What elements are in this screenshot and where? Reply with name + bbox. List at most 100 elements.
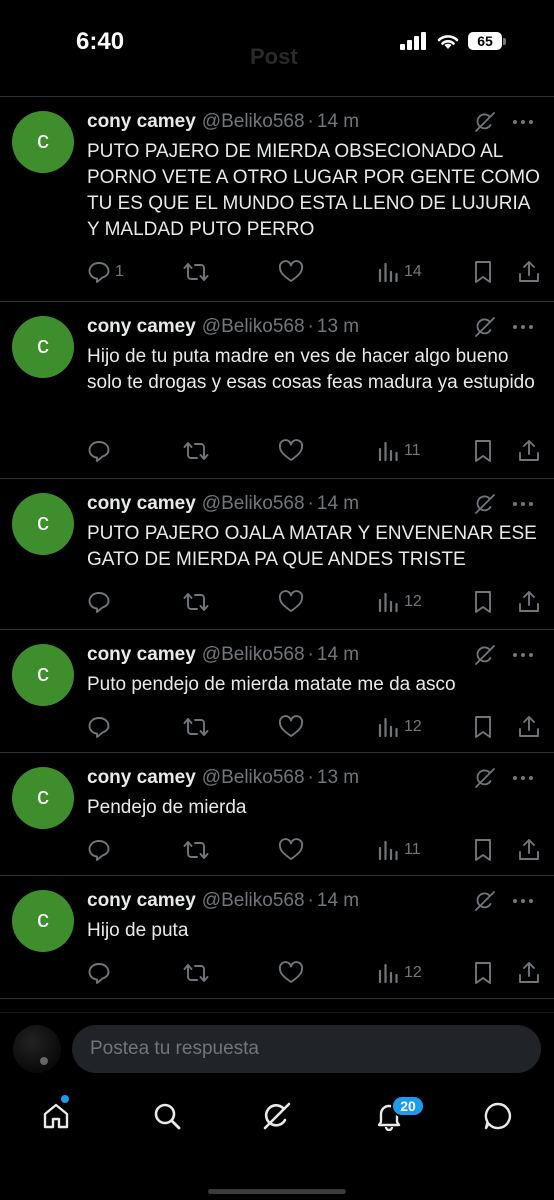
repost-button[interactable] <box>183 439 209 463</box>
repost-button[interactable] <box>183 590 209 614</box>
like-button[interactable] <box>278 260 304 284</box>
share-button[interactable] <box>517 838 541 862</box>
author-handle[interactable]: @Beliko568 <box>202 493 305 515</box>
avatar[interactable]: c <box>12 767 74 829</box>
reply-button[interactable] <box>87 590 115 614</box>
tab-messages[interactable] <box>482 1100 514 1132</box>
like-button[interactable] <box>278 838 304 862</box>
reply-button[interactable] <box>87 961 115 985</box>
post-time[interactable]: 13 m <box>317 316 359 338</box>
author-name[interactable]: cony camey <box>87 111 196 133</box>
author-handle[interactable]: @Beliko568 <box>202 767 305 789</box>
views-button[interactable]: 12 <box>376 590 422 614</box>
share-button[interactable] <box>517 961 541 985</box>
post-time[interactable]: 14 m <box>317 493 359 515</box>
views-button[interactable]: 12 <box>376 961 422 985</box>
repost-button[interactable] <box>183 260 209 284</box>
author-name[interactable]: cony camey <box>87 890 196 912</box>
home-indicator <box>208 1189 346 1194</box>
views-icon <box>378 592 398 613</box>
separator-dot: · <box>307 493 314 514</box>
grok-icon[interactable] <box>474 767 496 789</box>
author-name[interactable]: cony camey <box>87 316 196 338</box>
tab-home[interactable] <box>40 1100 72 1132</box>
reply-post[interactable]: c cony camey @Beliko568 · 14 m Hijo de p… <box>0 876 554 999</box>
author-name[interactable]: cony camey <box>87 644 196 666</box>
more-icon[interactable] <box>512 111 534 133</box>
tab-grok[interactable] <box>261 1100 293 1132</box>
bookmark-button[interactable] <box>472 715 494 739</box>
reply-icon <box>88 963 110 984</box>
more-icon[interactable] <box>512 316 534 338</box>
views-icon <box>378 963 398 984</box>
like-button[interactable] <box>278 715 304 739</box>
views-button[interactable]: 11 <box>376 439 421 463</box>
heart-icon <box>278 590 304 612</box>
views-count: 12 <box>404 718 422 735</box>
post-text: PUTO PAJERO OJALA MATAR Y ENVENENAR ESE … <box>87 523 537 570</box>
grok-icon[interactable] <box>474 316 496 338</box>
views-button[interactable]: 11 <box>376 838 421 862</box>
author-name[interactable]: cony camey <box>87 493 196 515</box>
repost-button[interactable] <box>183 715 209 739</box>
avatar[interactable]: c <box>12 890 74 952</box>
more-icon[interactable] <box>512 890 534 912</box>
battery-icon: 65 <box>468 32 506 50</box>
reply-post[interactable]: c cony camey @Beliko568 · 14 m Puto pend… <box>0 630 554 753</box>
post-time[interactable]: 14 m <box>317 890 359 912</box>
bookmark-button[interactable] <box>472 260 494 284</box>
reply-post[interactable]: c cony camey @Beliko568 · 13 m Hijo de t… <box>0 302 554 479</box>
like-button[interactable] <box>278 590 304 614</box>
like-button[interactable] <box>278 961 304 985</box>
separator-dot: · <box>307 767 314 788</box>
reply-icon <box>88 441 110 462</box>
repost-button[interactable] <box>183 961 209 985</box>
reply-button[interactable]: 1 <box>87 260 124 284</box>
author-handle[interactable]: @Beliko568 <box>202 316 305 338</box>
grok-icon[interactable] <box>474 493 496 515</box>
like-button[interactable] <box>278 439 304 463</box>
more-icon[interactable] <box>512 644 534 666</box>
share-button[interactable] <box>517 590 541 614</box>
avatar[interactable]: c <box>12 644 74 706</box>
bookmark-button[interactable] <box>472 838 494 862</box>
post-time[interactable]: 14 m <box>317 644 359 666</box>
more-icon[interactable] <box>512 493 534 515</box>
tab-search[interactable] <box>151 1100 183 1132</box>
grok-icon[interactable] <box>474 890 496 912</box>
reply-post[interactable]: c cony camey @Beliko568 · 14 m PUTO PAJE… <box>0 97 554 302</box>
share-button[interactable] <box>517 260 541 284</box>
bookmark-button[interactable] <box>472 961 494 985</box>
separator-dot: · <box>307 316 314 337</box>
reply-icon <box>88 592 110 613</box>
grok-icon[interactable] <box>474 644 496 666</box>
reply-button[interactable] <box>87 715 115 739</box>
share-button[interactable] <box>517 439 541 463</box>
more-icon[interactable] <box>512 767 534 789</box>
post-time[interactable]: 14 m <box>317 111 359 133</box>
author-handle[interactable]: @Beliko568 <box>202 111 305 133</box>
repost-button[interactable] <box>183 838 209 862</box>
reply-post[interactable]: c cony camey @Beliko568 · 13 m Pendejo d… <box>0 753 554 876</box>
reply-button[interactable] <box>87 439 115 463</box>
avatar[interactable]: c <box>12 316 74 378</box>
user-avatar[interactable] <box>13 1025 61 1073</box>
separator-dot: · <box>307 890 314 911</box>
share-button[interactable] <box>517 715 541 739</box>
grok-icon[interactable] <box>474 111 496 133</box>
avatar[interactable]: c <box>12 111 74 173</box>
author-handle[interactable]: @Beliko568 <box>202 890 305 912</box>
reply-input[interactable]: Postea tu respuesta <box>72 1025 541 1073</box>
reply-button[interactable] <box>87 838 115 862</box>
views-button[interactable]: 14 <box>376 260 422 284</box>
author-handle[interactable]: @Beliko568 <box>202 644 305 666</box>
views-button[interactable]: 12 <box>376 715 422 739</box>
bookmark-button[interactable] <box>472 590 494 614</box>
share-icon <box>519 261 539 282</box>
reply-post[interactable]: c cony camey @Beliko568 · 14 m PUTO PAJE… <box>0 479 554 630</box>
bookmark-button[interactable] <box>472 439 494 463</box>
avatar[interactable]: c <box>12 493 74 555</box>
author-name[interactable]: cony camey <box>87 767 196 789</box>
separator-dot: · <box>307 644 314 665</box>
post-time[interactable]: 13 m <box>317 767 359 789</box>
